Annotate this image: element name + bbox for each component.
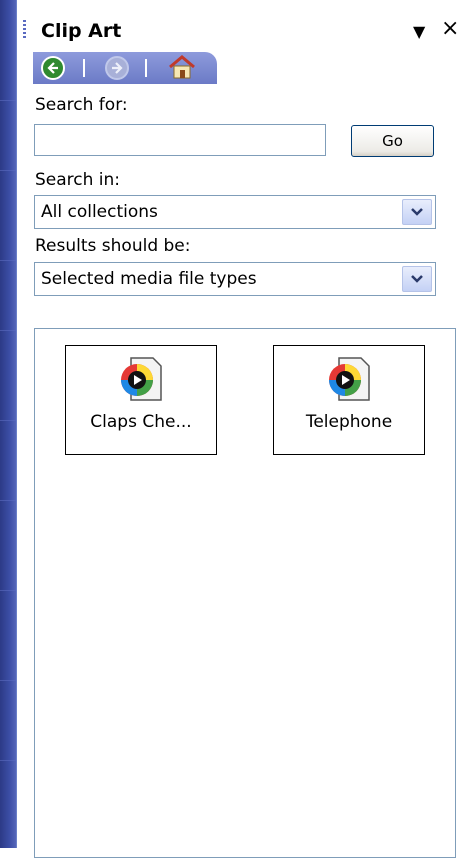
pane-menu-dropdown-icon[interactable]: ▼ bbox=[413, 22, 425, 41]
nav-toolbar bbox=[33, 52, 217, 84]
search-for-label: Search for: bbox=[35, 95, 128, 115]
results-type-value: Selected media file types bbox=[41, 269, 257, 289]
search-in-select[interactable]: All collections bbox=[34, 195, 436, 229]
nav-separator bbox=[145, 59, 147, 77]
nav-separator bbox=[83, 59, 85, 77]
chevron-down-icon[interactable] bbox=[402, 199, 432, 225]
chevron-down-icon[interactable] bbox=[402, 266, 432, 292]
media-file-icon bbox=[325, 354, 373, 404]
pane-title: Clip Art bbox=[41, 20, 122, 42]
results-should-be-label: Results should be: bbox=[35, 236, 191, 256]
close-icon[interactable]: × bbox=[441, 16, 459, 41]
search-in-value: All collections bbox=[41, 202, 158, 222]
results-type-select[interactable]: Selected media file types bbox=[34, 262, 436, 296]
back-arrow-icon[interactable] bbox=[41, 56, 65, 80]
drag-grip[interactable] bbox=[23, 20, 26, 38]
results-panel[interactable]: Claps Che... Telephone bbox=[34, 328, 456, 858]
clip-art-task-pane: Clip Art ▼ × Search for: Go Search in: A… bbox=[16, 0, 471, 858]
clip-item[interactable]: Claps Che... bbox=[65, 345, 217, 455]
forward-arrow-icon[interactable] bbox=[105, 56, 129, 80]
clip-caption: Telephone bbox=[305, 412, 393, 432]
go-button[interactable]: Go bbox=[351, 125, 434, 157]
home-icon[interactable] bbox=[167, 54, 197, 80]
clip-item[interactable]: Telephone bbox=[273, 345, 425, 455]
search-in-label: Search in: bbox=[35, 170, 121, 190]
clip-caption: Claps Che... bbox=[90, 412, 192, 432]
media-file-icon bbox=[117, 354, 165, 404]
background-strip bbox=[0, 0, 16, 848]
search-input[interactable] bbox=[34, 124, 326, 156]
